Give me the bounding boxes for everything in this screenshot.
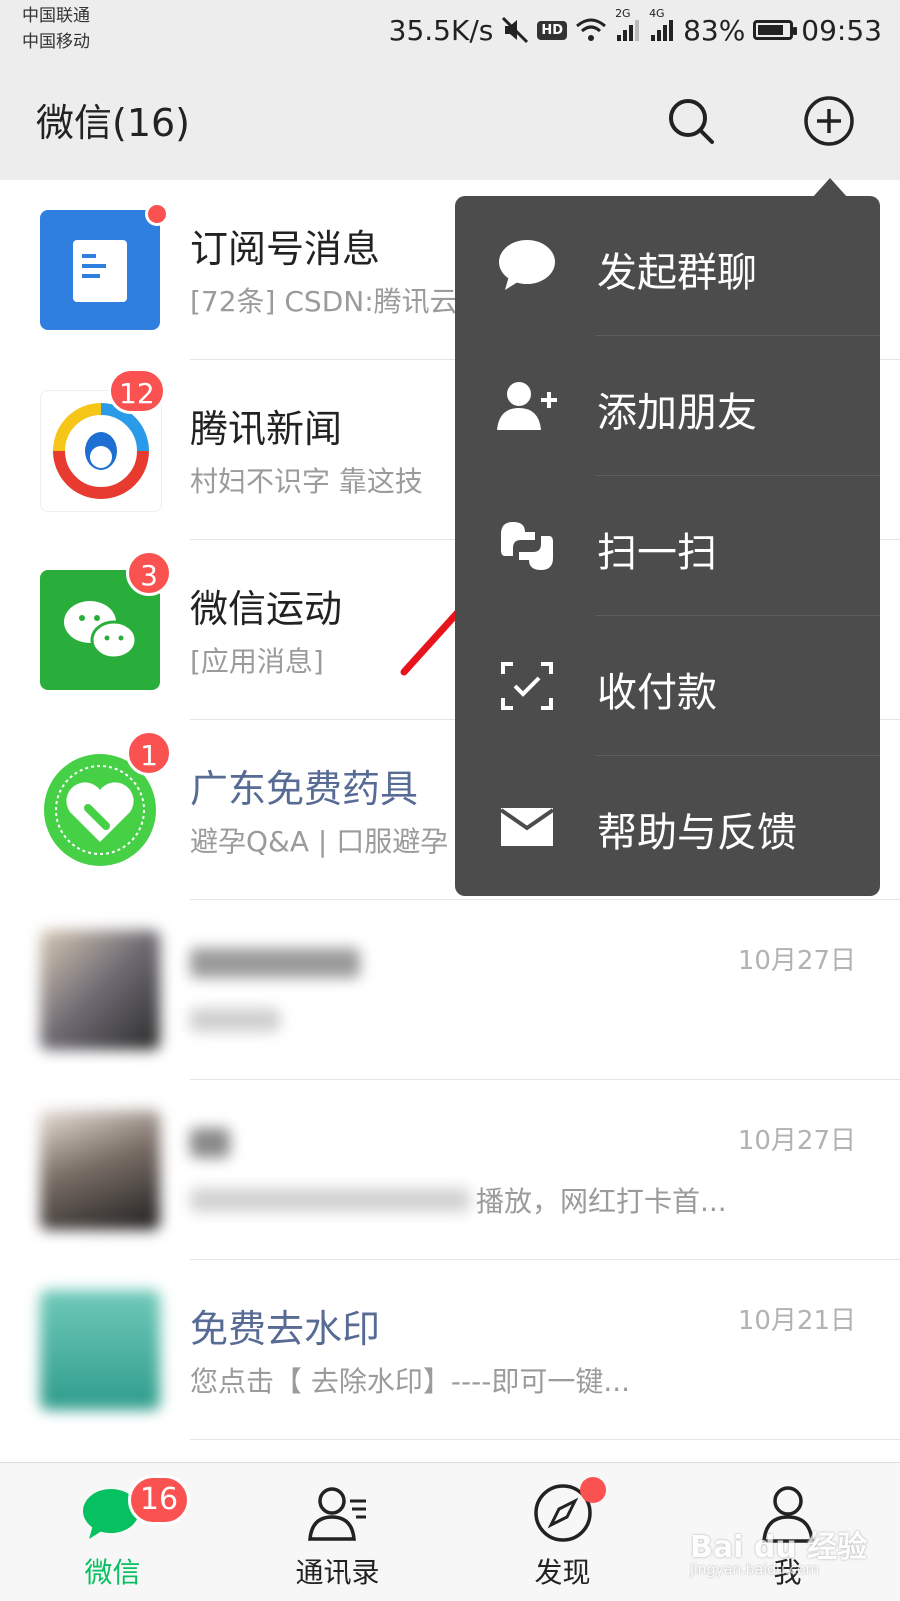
menu-item-payment[interactable]: 收付款 <box>455 616 880 756</box>
tab-discover[interactable]: 发现 <box>450 1463 675 1601</box>
menu-item-label: 添加朋友 <box>597 390 757 436</box>
mail-icon <box>499 808 555 846</box>
clock: 09:53 <box>801 13 882 47</box>
unread-badge: 12 <box>108 368 166 414</box>
watermark-app-avatar <box>40 1290 160 1410</box>
signal-4g: 4G <box>649 7 675 43</box>
mute-icon <box>502 16 529 44</box>
plus-circle-icon[interactable] <box>802 94 856 148</box>
chat-row[interactable]: 10月27日 <box>0 900 900 1080</box>
contact-avatar <box>40 930 160 1050</box>
tab-label: 微信 <box>84 1556 141 1589</box>
tab-chats[interactable]: 16 微信 <box>0 1463 225 1601</box>
chat-time: 10月27日 <box>737 946 856 976</box>
search-icon[interactable] <box>664 94 718 148</box>
chat-preview: 播放，网红打卡首... <box>476 1185 727 1218</box>
chat-name: 免费去水印 <box>190 1307 381 1351</box>
network-speed: 35.5K/s <box>388 13 494 47</box>
tab-contacts[interactable]: 通讯录 <box>225 1463 450 1601</box>
chat-name: 广东免费药具 <box>190 767 419 811</box>
battery-percent: 83% <box>683 13 746 47</box>
chat-name-redacted <box>190 1128 230 1158</box>
carrier-1: 中国联通 <box>22 6 90 26</box>
menu-item-label: 帮助与反馈 <box>597 810 797 856</box>
menu-item-group-chat[interactable]: 发起群聊 <box>455 196 880 336</box>
menu-item-add-friend[interactable]: 添加朋友 <box>455 336 880 476</box>
page-title: 微信(16) <box>36 101 191 145</box>
menu-item-help[interactable]: 帮助与反馈 <box>455 756 880 896</box>
divider <box>190 1439 900 1440</box>
status-bar: 中国联通 中国移动 35.5K/s HD 2G 4G 83% 09:53 <box>0 0 900 62</box>
menu-item-scan[interactable]: 扫一扫 <box>455 476 880 616</box>
signal-2g: 2G <box>615 7 641 43</box>
chat-name: 订阅号消息 <box>190 227 381 271</box>
chat-preview-redacted <box>190 1008 280 1032</box>
chat-name: 腾讯新闻 <box>190 407 343 451</box>
contacts-icon <box>307 1487 366 1541</box>
chat-preview: [应用消息] <box>190 645 324 678</box>
popup-caret <box>812 178 848 198</box>
battery-icon <box>753 20 798 40</box>
chat-preview: 避孕Q&A | 口服避孕 <box>190 825 449 858</box>
baidu-watermark: Bai du 经验 <box>690 1530 868 1565</box>
chat-time: 10月27日 <box>737 1126 856 1156</box>
hd-badge: HD <box>537 20 568 40</box>
wifi-icon <box>576 18 607 41</box>
menu-item-label: 收付款 <box>597 670 717 716</box>
signal-icon <box>617 20 640 41</box>
discover-dot <box>580 1477 606 1503</box>
carrier-2: 中国移动 <box>22 32 90 52</box>
menu-item-label: 扫一扫 <box>597 530 717 576</box>
chat-row[interactable]: 播放，网红打卡首... 10月27日 <box>0 1080 900 1260</box>
unread-dot <box>145 202 169 226</box>
tab-label: 发现 <box>534 1556 591 1589</box>
battery-fill <box>758 25 784 35</box>
subscription-avatar <box>40 210 160 330</box>
baidu-watermark-url: jingyan.baidu.com <box>690 1562 820 1578</box>
chat-name-redacted <box>190 948 360 978</box>
unread-badge: 3 <box>126 550 172 596</box>
article-icon <box>73 240 127 302</box>
chat-time: 10月21日 <box>737 1306 856 1336</box>
chat-preview: [72条] CSDN:腾讯云 <box>190 285 458 318</box>
app-header: 微信(16) <box>0 62 900 180</box>
chat-preview: 您点击【 去除水印】----即可一键... <box>190 1365 631 1398</box>
chat-preview: 村妇不识字 靠这技 <box>190 465 423 498</box>
scan-icon <box>501 522 553 570</box>
unread-badge: 16 <box>128 1475 190 1525</box>
chat-preview-redacted <box>190 1188 470 1212</box>
signal-icon <box>651 20 674 41</box>
menu-item-label: 发起群聊 <box>597 250 757 296</box>
system-indicators: 35.5K/s HD 2G 4G 83% 09:53 <box>388 7 882 50</box>
tab-label: 通讯录 <box>295 1556 380 1589</box>
chat-name: 微信运动 <box>190 587 343 631</box>
plus-popup-menu: 发起群聊 添加朋友 扫一扫 收付款 帮助与反馈 <box>455 196 880 896</box>
payment-icon <box>501 662 553 710</box>
chat-bubble-icon <box>499 240 555 290</box>
unread-badge: 1 <box>126 730 172 776</box>
chat-row[interactable]: 免费去水印 您点击【 去除水印】----即可一键... 10月21日 <box>0 1260 900 1440</box>
add-friend-icon <box>497 382 557 430</box>
contact-avatar <box>40 1110 160 1230</box>
